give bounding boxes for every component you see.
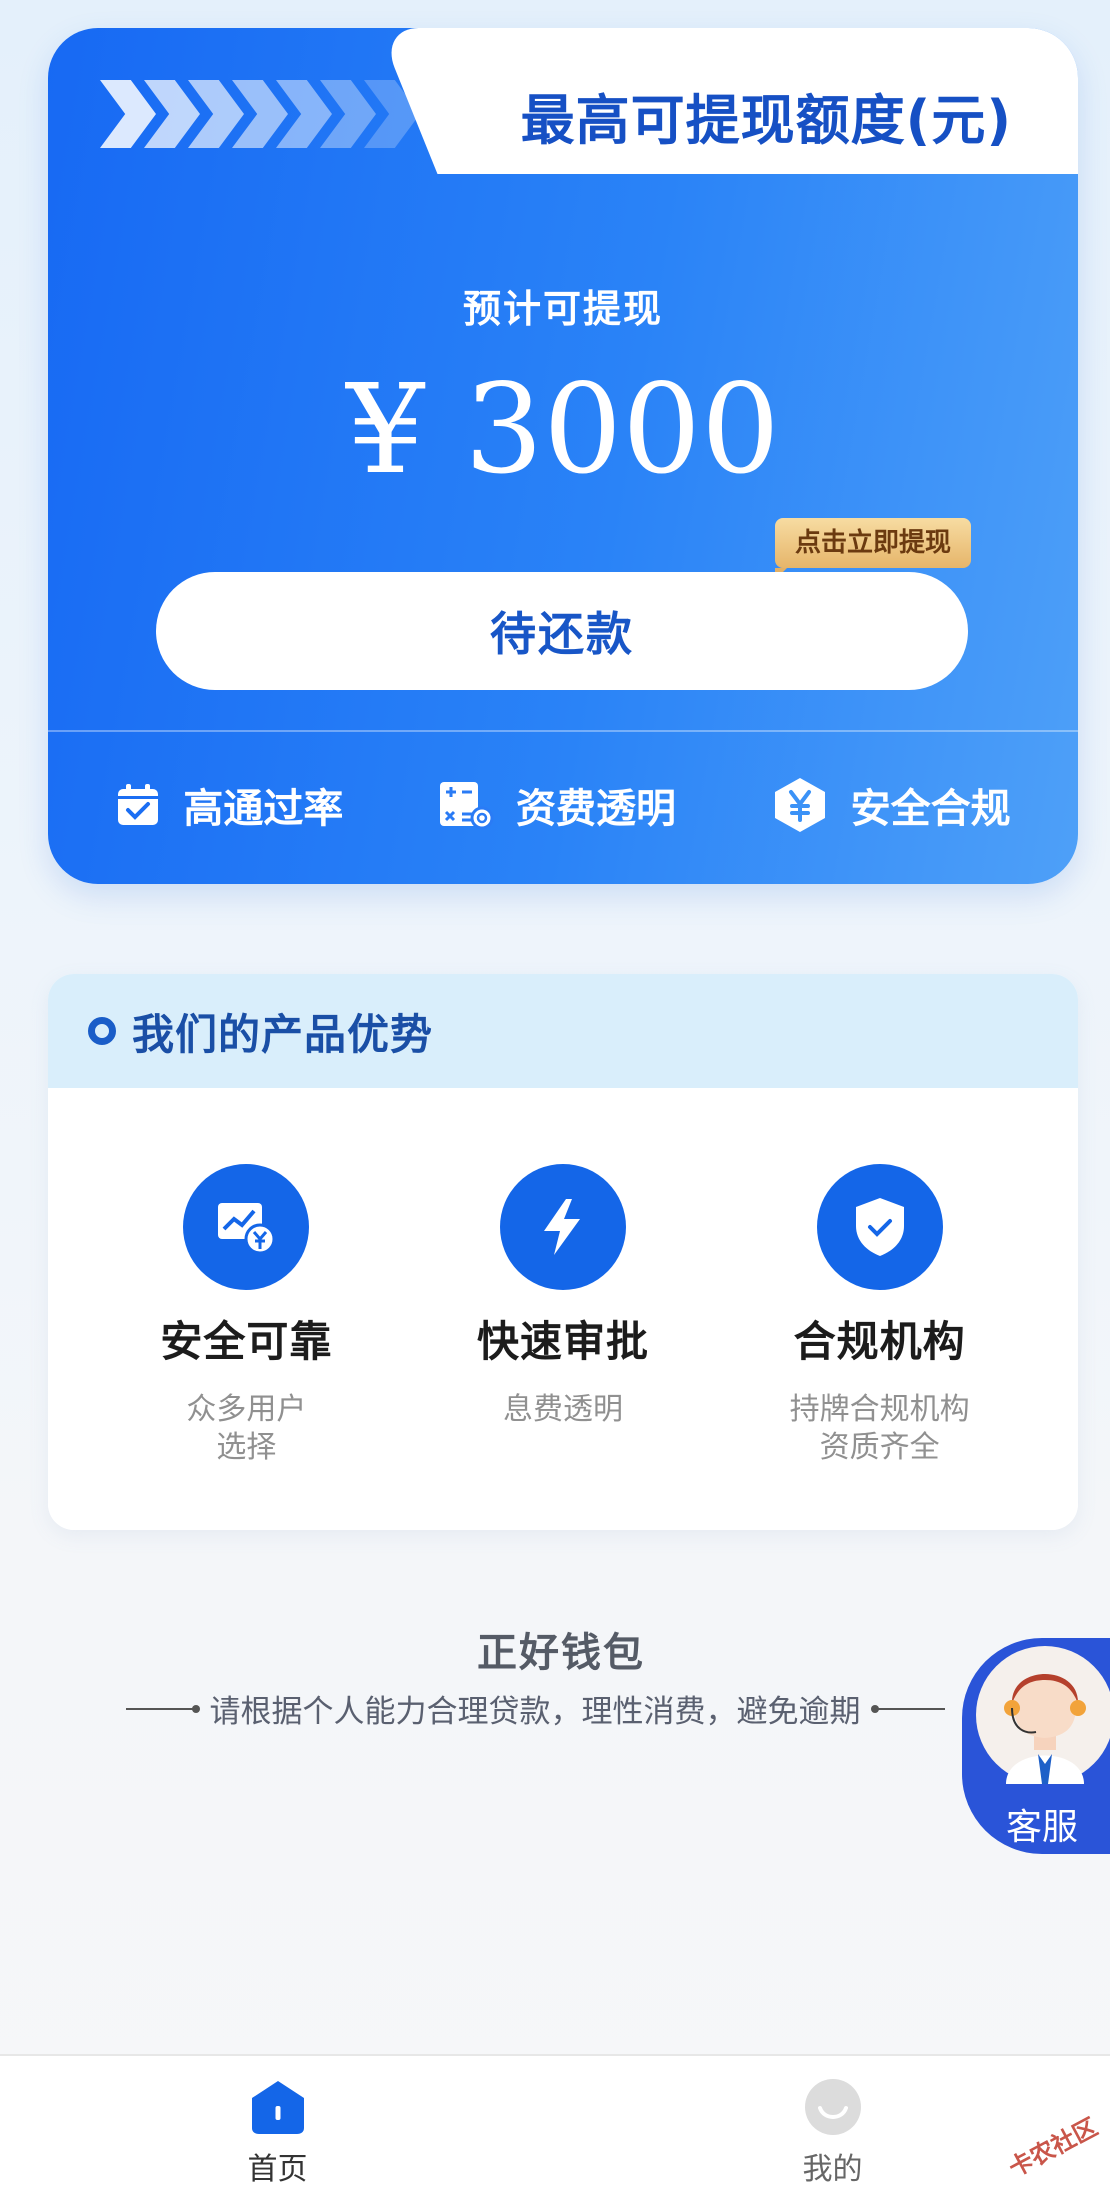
feature-label: 资费透明 [515,786,676,832]
customer-service-button[interactable]: 客服 [962,1638,1110,1854]
advantages-title: 我们的产品优势 [132,1009,434,1059]
advantages-list: 安全可靠 众多用户 选择 快速审批 息费透明 合规机构 持牌合规机构 资质齐全 [48,1088,1078,1530]
home-icon [251,2081,304,2134]
advantage-desc-line: 选择 [216,1430,277,1465]
feature-list: 高通过率 资费透明 安全合规 [48,776,1078,834]
notice-dash-right [870,1704,945,1713]
feature-transparent-fees: 资费透明 [438,776,676,834]
advantages-header: 我们的产品优势 [48,974,1078,1088]
feature-label: 高通过率 [183,786,344,832]
ring-bullet-icon [88,1017,116,1045]
nav-label: 我的 [802,2152,863,2187]
calendar-check-icon [118,784,159,825]
nav-item-home[interactable]: 首页 [0,2056,555,2209]
advantage-desc: 息费透明 [503,1391,623,1429]
divider [48,730,1078,732]
advantage-name: 快速审批 [476,1317,649,1366]
quota-title: 最高可提现额度(元) [520,89,1012,152]
advantage-desc-line: 众多用户 [186,1392,307,1427]
chevron-decoration [100,80,420,148]
yuan-shield-icon [774,778,825,832]
advantage-desc: 众多用户 选择 [186,1391,306,1467]
risk-notice: 请根据个人能力合理贷款，理性消费，避免逾期 [120,1686,950,1731]
calculator-icon [439,782,494,830]
advantage-desc-line: 持牌合规机构 [789,1392,970,1427]
estimate-label: 预计可提现 [462,287,663,331]
advantage-desc: 持牌合规机构 资质齐全 [790,1391,970,1467]
withdraw-amount: ¥ 3000 [346,358,780,502]
notice-dash-left [125,1704,200,1713]
advantage-name: 安全可靠 [160,1317,333,1366]
nav-item-mine[interactable]: 我的 [555,2056,1110,2209]
nav-label: 首页 [247,2152,308,2187]
advantage-item-secure: 安全可靠 众多用户 选择 [96,1088,396,1530]
feature-secure-compliant: 安全合规 [771,776,1011,834]
advantage-name: 合规机构 [793,1317,966,1366]
advantage-desc-line: 资质齐全 [819,1430,940,1465]
withdraw-now-badge[interactable]: 点击立即提现 [775,518,972,580]
quota-card: 最高可提现额度(元) 预计可提现 ¥ 3000 点击立即提现 待还款 高通过率 … [48,28,1078,884]
shield-check-icon [816,1164,943,1290]
feature-label: 安全合规 [850,786,1011,832]
brand-name: 正好钱包 [477,1630,645,1676]
product-advantages-card: 我们的产品优势 安全可靠 众多用户 选择 快速审批 息费透明 合规机构 持牌合规… [48,974,1078,1530]
notice-text: 请根据个人能力合理贷款，理性消费，避免逾期 [209,1694,861,1730]
user-smile-icon [804,2079,861,2135]
chart-yuan-icon [183,1164,310,1290]
feature-high-pass-rate: 高通过率 [115,776,343,834]
advantage-item-compliant: 合规机构 持牌合规机构 资质齐全 [730,1088,1030,1530]
lightning-icon [499,1164,626,1290]
customer-service-label: 客服 [1005,1807,1078,1848]
agent-avatar-icon [976,1646,1110,1784]
repay-button[interactable]: 待还款 [156,572,968,690]
bottom-nav: 首页 我的 [0,2054,1110,2209]
advantage-desc-line: 息费透明 [502,1392,623,1427]
advantage-item-fast: 快速审批 息费透明 [413,1088,713,1530]
